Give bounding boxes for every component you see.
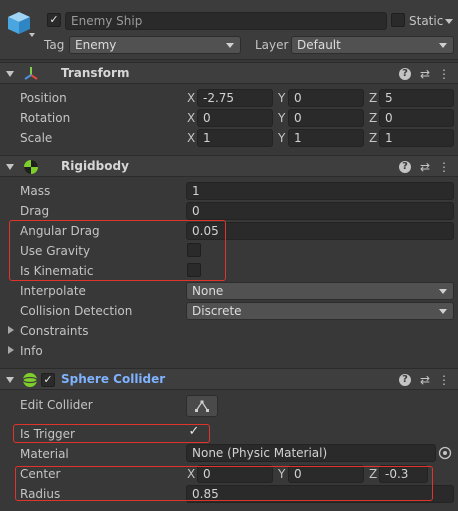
sphere-collider-icon bbox=[22, 373, 38, 387]
use-gravity-checkbox[interactable] bbox=[187, 243, 201, 257]
layer-dropdown[interactable]: Default bbox=[291, 36, 454, 54]
axis-x[interactable]: X bbox=[187, 466, 195, 482]
layer-value: Default bbox=[297, 38, 341, 52]
foldout-arrow-icon[interactable] bbox=[6, 71, 14, 77]
edit-collider-button[interactable] bbox=[186, 395, 218, 417]
tag-dropdown[interactable]: Enemy bbox=[69, 36, 241, 54]
scale-z-input[interactable]: 1 bbox=[379, 129, 454, 147]
sphere-collider-header[interactable]: ✓ Sphere Collider ? ⇄ ⋮ bbox=[0, 368, 458, 390]
chevron-down-icon bbox=[439, 43, 447, 48]
rotation-z-input[interactable]: 0 bbox=[379, 109, 454, 127]
context-menu-icon[interactable]: ⋮ bbox=[437, 160, 451, 174]
axis-y[interactable]: Y bbox=[278, 90, 285, 106]
angular-drag-label: Angular Drag bbox=[20, 224, 100, 238]
interpolate-label: Interpolate bbox=[20, 284, 86, 298]
collision-detection-value: Discrete bbox=[192, 304, 242, 318]
mass-label: Mass bbox=[20, 184, 51, 198]
collision-detection-dropdown[interactable]: Discrete bbox=[186, 302, 454, 320]
help-icon[interactable]: ? bbox=[399, 161, 411, 173]
scale-x-input[interactable]: 1 bbox=[197, 129, 273, 147]
axis-z[interactable]: Z bbox=[369, 90, 377, 106]
component-title: Rigidbody bbox=[61, 159, 129, 173]
presets-icon[interactable]: ⇄ bbox=[418, 67, 432, 81]
help-icon[interactable]: ? bbox=[399, 68, 411, 80]
rotation-x-input[interactable]: 0 bbox=[197, 109, 273, 127]
position-label: Position bbox=[20, 91, 67, 105]
context-menu-icon[interactable]: ⋮ bbox=[437, 373, 451, 387]
axis-z[interactable]: Z bbox=[369, 466, 377, 482]
info-foldout-icon[interactable] bbox=[8, 346, 14, 354]
radius-label: Radius bbox=[20, 487, 61, 501]
position-x-input[interactable]: -2.75 bbox=[197, 89, 273, 107]
center-label: Center bbox=[20, 467, 61, 481]
edit-collider-icon bbox=[195, 400, 209, 412]
tag-value: Enemy bbox=[75, 38, 117, 52]
rotation-label: Rotation bbox=[20, 111, 71, 125]
presets-icon[interactable]: ⇄ bbox=[418, 373, 432, 387]
is-trigger-checkbox[interactable]: ✓ bbox=[187, 425, 201, 440]
static-label[interactable]: Static bbox=[409, 13, 443, 29]
gameobject-header: ✓ Enemy Ship Static Tag Enemy Layer Defa… bbox=[0, 0, 458, 60]
component-enabled-checkbox[interactable]: ✓ bbox=[41, 373, 55, 387]
center-z-input[interactable]: -0.3 bbox=[379, 465, 428, 483]
static-checkbox[interactable] bbox=[391, 13, 405, 27]
center-x-input[interactable]: 0 bbox=[197, 465, 273, 483]
transform-header[interactable]: Transform ? ⇄ ⋮ bbox=[0, 62, 458, 84]
is-kinematic-label: Is Kinematic bbox=[20, 264, 94, 278]
collision-detection-label: Collision Detection bbox=[20, 304, 133, 318]
chevron-down-icon bbox=[226, 43, 234, 48]
axis-y[interactable]: Y bbox=[278, 110, 285, 126]
info-foldout[interactable]: Info bbox=[20, 343, 43, 359]
radius-input[interactable]: 0.85 bbox=[186, 485, 454, 503]
drag-label: Drag bbox=[20, 204, 50, 218]
static-dropdown-caret[interactable] bbox=[445, 19, 453, 24]
drag-input[interactable]: 0 bbox=[186, 202, 454, 220]
component-title: Transform bbox=[61, 66, 130, 80]
active-checkbox[interactable]: ✓ bbox=[47, 13, 61, 27]
interpolate-value: None bbox=[192, 284, 224, 298]
chevron-down-icon bbox=[439, 309, 447, 314]
scale-y-input[interactable]: 1 bbox=[288, 129, 364, 147]
component-title: Sphere Collider bbox=[61, 372, 166, 386]
context-menu-icon[interactable]: ⋮ bbox=[437, 67, 451, 81]
is-kinematic-checkbox[interactable] bbox=[187, 263, 201, 277]
position-z-input[interactable]: 5 bbox=[379, 89, 454, 107]
constraints-foldout[interactable]: Constraints bbox=[20, 323, 88, 339]
axis-x[interactable]: X bbox=[187, 130, 195, 146]
material-label: Material bbox=[20, 447, 69, 461]
icon-dropdown-caret[interactable] bbox=[29, 33, 35, 37]
center-y-input[interactable]: 0 bbox=[288, 465, 364, 483]
transform-icon bbox=[24, 67, 38, 80]
scale-label: Scale bbox=[20, 131, 53, 145]
object-picker-icon[interactable] bbox=[438, 446, 452, 460]
axis-z[interactable]: Z bbox=[369, 130, 377, 146]
axis-y[interactable]: Y bbox=[278, 466, 285, 482]
edit-collider-label: Edit Collider bbox=[20, 398, 93, 412]
tag-label: Tag bbox=[44, 38, 65, 52]
rotation-y-input[interactable]: 0 bbox=[288, 109, 364, 127]
foldout-arrow-icon[interactable] bbox=[6, 377, 14, 383]
help-icon[interactable]: ? bbox=[399, 374, 411, 386]
presets-icon[interactable]: ⇄ bbox=[418, 160, 432, 174]
foldout-arrow-icon[interactable] bbox=[6, 164, 14, 170]
axis-y[interactable]: Y bbox=[278, 130, 285, 146]
gameobject-name-input[interactable]: Enemy Ship bbox=[65, 12, 387, 30]
position-y-input[interactable]: 0 bbox=[288, 89, 364, 107]
material-field[interactable]: None (Physic Material) bbox=[186, 444, 436, 462]
mass-input[interactable]: 1 bbox=[186, 182, 454, 200]
is-trigger-label: Is Trigger bbox=[20, 427, 75, 441]
rigidbody-icon bbox=[24, 160, 38, 174]
axis-z[interactable]: Z bbox=[369, 110, 377, 126]
chevron-down-icon bbox=[439, 289, 447, 294]
rigidbody-header[interactable]: Rigidbody ? ⇄ ⋮ bbox=[0, 155, 458, 177]
axis-x[interactable]: X bbox=[187, 90, 195, 106]
use-gravity-label: Use Gravity bbox=[20, 244, 91, 258]
axis-x[interactable]: X bbox=[187, 110, 195, 126]
angular-drag-input[interactable]: 0.05 bbox=[186, 222, 454, 240]
interpolate-dropdown[interactable]: None bbox=[186, 282, 454, 300]
layer-label: Layer bbox=[255, 38, 289, 52]
constraints-foldout-icon[interactable] bbox=[8, 326, 14, 334]
